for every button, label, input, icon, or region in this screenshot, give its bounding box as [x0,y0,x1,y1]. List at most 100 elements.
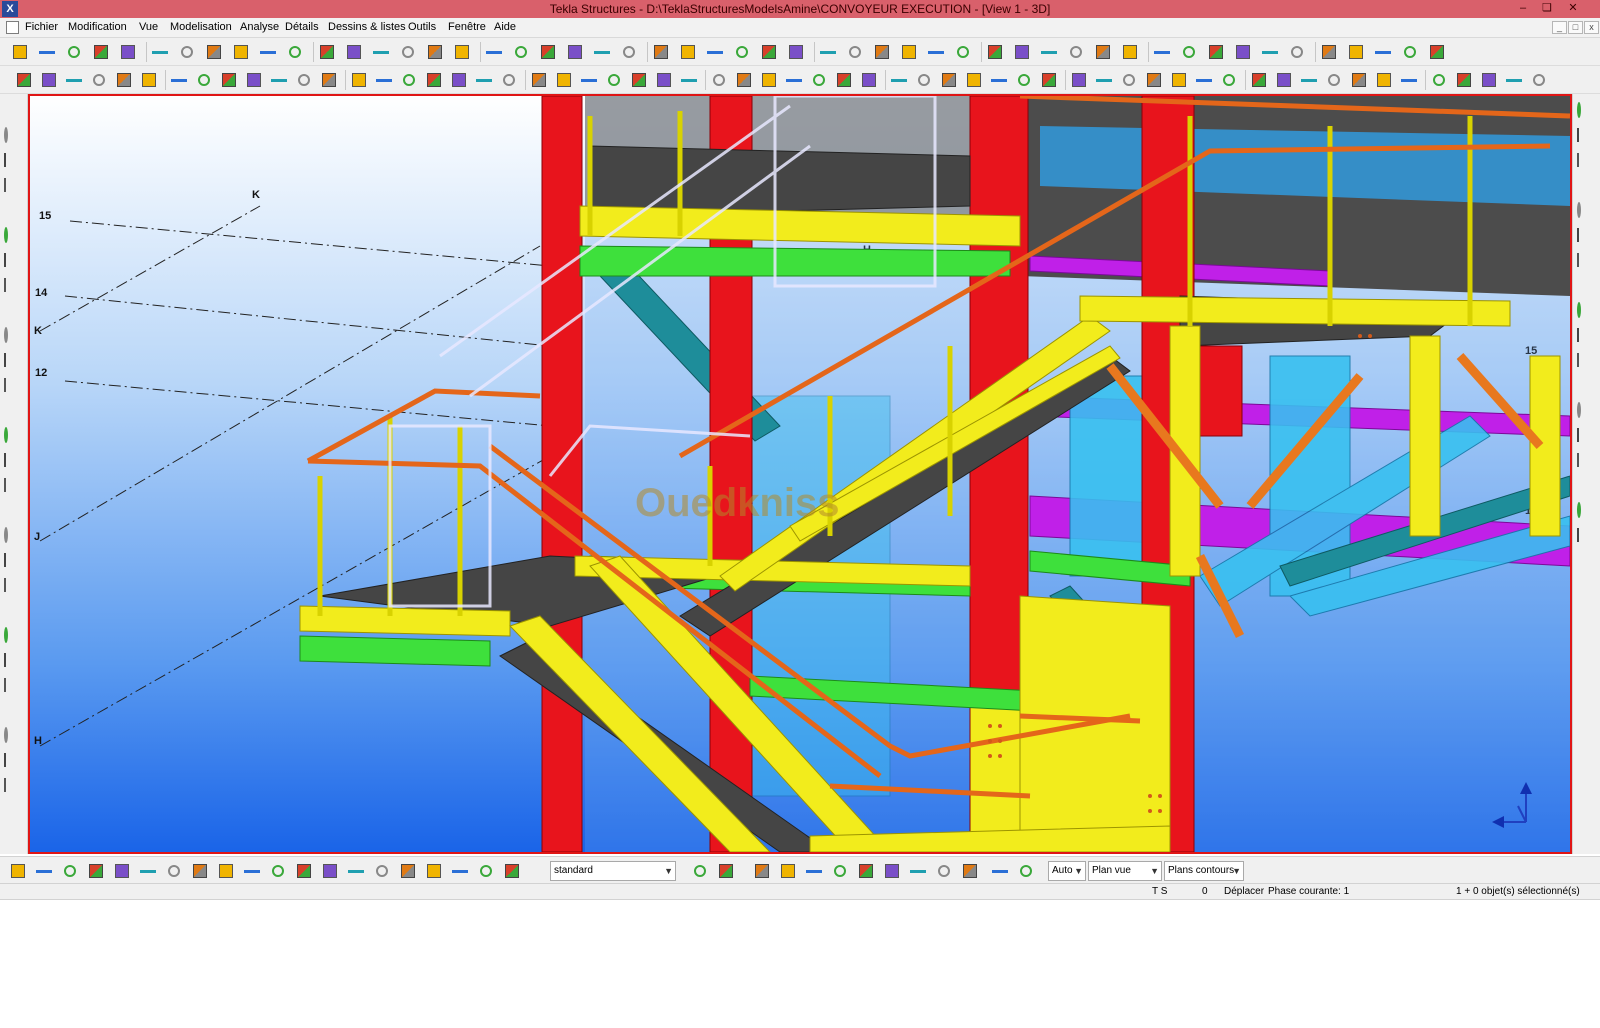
modeling-tool-icon[interactable] [89,70,109,90]
menu-aide[interactable]: Aide [494,21,516,33]
left-tool-icon[interactable] [4,153,24,174]
toolbar-tool-icon[interactable] [10,42,30,62]
menu-details[interactable]: Détails [285,21,319,33]
toolbar-tool-icon[interactable] [285,42,305,62]
view-filter-select[interactable]: standard ▼ [550,861,676,881]
left-tool-icon[interactable] [4,427,24,449]
left-tool-icon[interactable] [4,553,24,574]
modeling-tool-icon[interactable] [784,70,804,90]
toolbar-tool-icon[interactable] [705,42,725,62]
menu-fichier[interactable]: Fichier [25,21,58,33]
toolbar-tool-icon[interactable] [872,42,892,62]
modeling-tool-icon[interactable] [424,70,444,90]
restore-button[interactable]: ❏ [1536,1,1558,16]
view-plane-select[interactable]: Plan vue ▼ [1088,861,1162,881]
selection-switch-icon[interactable] [8,861,28,881]
left-tool-icon[interactable] [4,578,24,599]
toolbar-tool-icon[interactable] [759,42,779,62]
right-tool-icon[interactable] [1577,202,1597,224]
modeling-tool-icon[interactable] [244,70,264,90]
modeling-tool-icon[interactable] [554,70,574,90]
left-tool-icon[interactable] [4,704,24,724]
toolbar-tool-icon[interactable] [1233,42,1253,62]
selection-switch-icon[interactable] [424,861,444,881]
toolbar-tool-icon[interactable] [258,42,278,62]
modeling-tool-icon[interactable] [1529,70,1549,90]
modeling-tool-icon[interactable] [219,70,239,90]
snap-switch-icon[interactable] [804,861,824,881]
modeling-tool-icon[interactable] [989,70,1009,90]
toolbar-tool-icon[interactable] [651,42,671,62]
selection-switch-icon[interactable] [164,861,184,881]
right-tool-icon[interactable] [1577,102,1597,124]
modeling-tool-icon[interactable] [1249,70,1269,90]
modeling-tool-icon[interactable] [809,70,829,90]
selection-switch-icon[interactable] [34,861,54,881]
left-tool-icon[interactable] [4,378,24,399]
snap-switch-icon[interactable] [882,861,902,881]
toolbar-tool-icon[interactable] [1152,42,1172,62]
work-plane-mode-select[interactable]: Auto ▼ [1048,861,1086,881]
modeling-tool-icon[interactable] [1274,70,1294,90]
toolbar-tool-icon[interactable] [484,42,504,62]
right-tool-icon[interactable] [1577,328,1597,349]
modeling-tool-icon[interactable] [889,70,909,90]
left-tool-icon[interactable] [4,727,24,749]
selection-switch-icon[interactable] [476,861,496,881]
toolbar-tool-icon[interactable] [1400,42,1420,62]
mdi-restore-button[interactable]: □ [1568,21,1583,34]
toolbar-tool-icon[interactable] [64,42,84,62]
modeling-tool-icon[interactable] [399,70,419,90]
modeling-tool-icon[interactable] [579,70,599,90]
modeling-tool-icon[interactable] [679,70,699,90]
modeling-tool-icon[interactable] [1429,70,1449,90]
modeling-tool-icon[interactable] [64,70,84,90]
right-tool-icon[interactable] [1577,153,1597,174]
toolbar-tool-icon[interactable] [1120,42,1140,62]
snap-switch-icon[interactable] [934,861,954,881]
modeling-tool-icon[interactable] [939,70,959,90]
selection-switch-icon[interactable] [86,861,106,881]
selection-switch-icon[interactable] [190,861,210,881]
modeling-tool-icon[interactable] [1094,70,1114,90]
toolbar-tool-icon[interactable] [37,42,57,62]
toolbar-tool-icon[interactable] [91,42,111,62]
left-tool-icon[interactable] [4,627,24,649]
left-tool-icon[interactable] [4,804,24,824]
menu-fenetre[interactable]: Fenêtre [448,21,486,33]
left-tool-icon[interactable] [4,127,24,149]
toolbar-tool-icon[interactable] [1066,42,1086,62]
modeling-tool-icon[interactable] [1144,70,1164,90]
left-tool-icon[interactable] [4,304,24,324]
selection-switch-icon[interactable] [398,861,418,881]
right-tool-icon[interactable] [1577,279,1597,299]
modeling-tool-icon[interactable] [1119,70,1139,90]
toolbar-tool-icon[interactable] [1093,42,1113,62]
left-tool-icon[interactable] [4,653,24,674]
left-tool-icon[interactable] [4,227,24,249]
modeling-tool-icon[interactable] [114,70,134,90]
modeling-tool-icon[interactable] [499,70,519,90]
menu-analyse[interactable]: Analyse [240,21,279,33]
toolbar-tool-icon[interactable] [177,42,197,62]
mdi-minimize-button[interactable]: _ [1552,21,1567,34]
toolbar-tool-icon[interactable] [1319,42,1339,62]
modeling-tool-icon[interactable] [449,70,469,90]
toolbar-tool-icon[interactable] [1039,42,1059,62]
toolbar-tool-icon[interactable] [150,42,170,62]
left-tool-icon[interactable] [4,753,24,774]
modeling-tool-icon[interactable] [529,70,549,90]
selection-switch-icon[interactable] [216,861,236,881]
toolbar-tool-icon[interactable] [619,42,639,62]
plane-tool-icon[interactable] [1016,861,1036,881]
selection-switch-icon[interactable] [294,861,314,881]
modeling-tool-icon[interactable] [604,70,624,90]
snap-switch-icon[interactable] [752,861,772,881]
selection-switch-icon[interactable] [502,861,522,881]
menu-dessins-listes[interactable]: Dessins & listes [328,21,406,33]
modeling-tool-icon[interactable] [1194,70,1214,90]
modeling-tool-icon[interactable] [1504,70,1524,90]
selection-switch-icon[interactable] [372,861,392,881]
snap-switch-icon[interactable] [856,861,876,881]
toolbar-tool-icon[interactable] [786,42,806,62]
